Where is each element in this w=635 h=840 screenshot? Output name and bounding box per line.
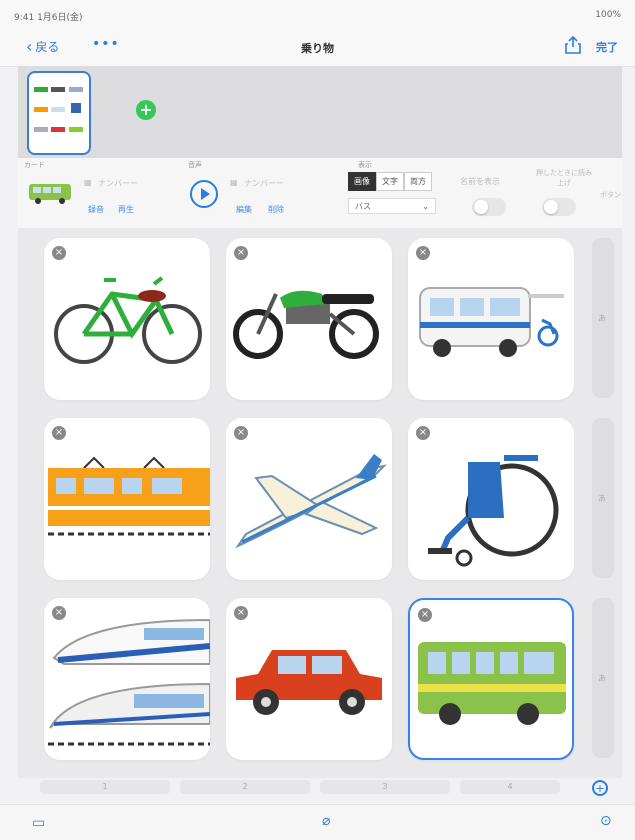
card-airplane[interactable]: × — [226, 418, 392, 580]
page-thumbnail-strip: + — [18, 66, 622, 158]
controls-bar: カード ▦ ナンバーー 録音 再生 音声 ▦ ナンバーー 編集 削除 表示 画像… — [18, 158, 622, 229]
read-aloud-toggle[interactable] — [542, 198, 576, 216]
battery-status: 100% — [595, 10, 621, 20]
side-label: あ — [598, 314, 606, 323]
train-image — [48, 456, 210, 536]
add-page-button[interactable]: + — [136, 100, 156, 120]
attachment-icon[interactable]: ⌀ — [322, 813, 330, 829]
card-welfare-van[interactable]: × — [408, 238, 574, 400]
card-train[interactable]: × — [44, 418, 210, 580]
delete-link[interactable]: 削除 — [268, 204, 284, 215]
card-bicycle[interactable]: × — [44, 238, 210, 400]
pager-item[interactable]: 4 — [460, 780, 560, 794]
settings-icon[interactable]: ⊙ — [600, 813, 612, 829]
segment-both[interactable]: 両方 — [404, 172, 432, 191]
delete-card-icon[interactable]: × — [52, 606, 66, 620]
page-title: 乗り物 — [301, 42, 334, 55]
share-icon[interactable] — [565, 35, 581, 58]
pager: 1 2 3 4 — [40, 780, 580, 796]
segment-text[interactable]: 文字 — [376, 172, 404, 191]
welfare-van-image — [419, 287, 564, 357]
side-column: あ — [592, 598, 614, 758]
chevron-down-icon: ⌄ — [422, 202, 429, 211]
card-car[interactable]: × — [226, 598, 392, 760]
bus-image — [418, 642, 566, 725]
more-label: ボタン — [600, 191, 621, 199]
delete-card-icon[interactable]: × — [234, 426, 248, 440]
delete-card-icon[interactable]: × — [416, 426, 430, 440]
label-display: 表示 — [358, 161, 372, 169]
delete-card-icon[interactable]: × — [234, 606, 248, 620]
card-bus[interactable]: × — [408, 598, 574, 760]
delete-card-icon[interactable]: × — [52, 426, 66, 440]
segment-image[interactable]: 画像 — [348, 172, 376, 191]
status-bar: 9:41 1月6日(金) 100% — [0, 0, 635, 28]
status-time: 9:41 1月6日(金) — [14, 13, 83, 23]
play-button[interactable] — [190, 180, 218, 208]
label-voice: 音声 — [188, 161, 202, 169]
category-select-value: バス — [355, 202, 371, 211]
bottom-toolbar: ▭ ⌀ ⊙ — [0, 804, 635, 840]
side-column: あ — [592, 418, 614, 578]
toggle-1-label: 名前を表示 — [460, 177, 500, 186]
display-segmented-control: 画像 文字 両方 — [348, 172, 432, 191]
play-link[interactable]: 再生 — [118, 204, 134, 215]
card-audio-text: ナンバーー — [98, 179, 138, 188]
motorcycle-image — [233, 290, 379, 359]
side-label: あ — [598, 494, 606, 503]
add-card-button[interactable]: + — [592, 780, 608, 796]
card-wheelchair[interactable]: × — [408, 418, 574, 580]
pager-item[interactable]: 1 — [40, 780, 170, 794]
category-select[interactable]: バス ⌄ — [348, 198, 436, 214]
current-card-image — [28, 182, 72, 204]
record-link[interactable]: 録音 — [88, 204, 104, 215]
wheelchair-image — [428, 455, 559, 567]
card-shinkansen[interactable]: × — [44, 598, 210, 760]
pager-item[interactable]: 3 — [320, 780, 450, 794]
toggle-2-label: 押したときに読み上げ — [536, 169, 592, 187]
show-name-toggle[interactable] — [472, 198, 506, 216]
side-label: あ — [598, 674, 606, 683]
done-button[interactable]: 完了 — [596, 39, 618, 55]
navigation-bar: ‹ 戻る ••• 乗り物 完了 — [0, 28, 635, 67]
edit-link[interactable]: 編集 — [236, 204, 252, 215]
label-card: カード — [24, 161, 45, 169]
side-column: あ — [592, 238, 614, 398]
delete-card-icon[interactable]: × — [234, 246, 248, 260]
voice-audio-icon: ▦ — [230, 178, 238, 187]
delete-card-icon[interactable]: × — [416, 246, 430, 260]
pager-item[interactable]: 2 — [180, 780, 310, 794]
delete-card-icon[interactable]: × — [52, 246, 66, 260]
airplane-image — [235, 454, 387, 549]
card-motorcycle[interactable]: × — [226, 238, 392, 400]
voice-audio-text: ナンバーー — [244, 179, 284, 188]
card-audio-icon: ▦ — [84, 178, 92, 187]
bicycle-image — [54, 276, 202, 364]
shinkansen-image — [48, 618, 210, 746]
page-thumbnail[interactable] — [27, 71, 91, 155]
keyboard-icon[interactable]: ▭ — [32, 815, 45, 831]
car-image — [236, 650, 382, 715]
delete-card-icon[interactable]: × — [418, 608, 432, 622]
